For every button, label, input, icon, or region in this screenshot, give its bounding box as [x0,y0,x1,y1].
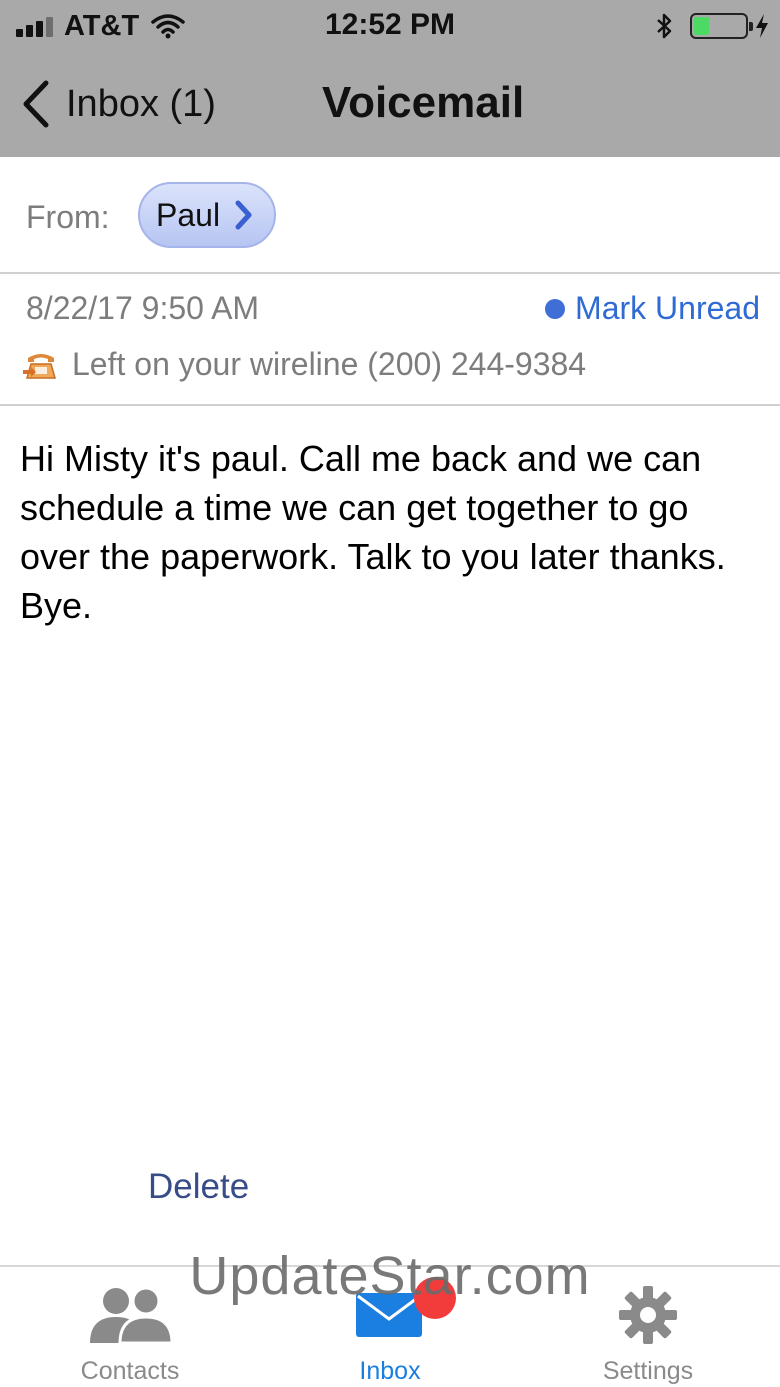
mark-unread-button[interactable]: Mark Unread [545,290,760,327]
tab-contacts-label: Contacts [80,1357,180,1385]
envelope-icon [356,1293,422,1337]
page-title: Voicemail [322,78,525,127]
charging-bolt-icon [756,14,768,38]
mark-unread-label: Mark Unread [575,290,760,326]
gear-icon [619,1286,677,1344]
voicemail-meta: 8/22/17 9:50 AM Mark Unread Left on your… [0,276,780,406]
tab-bar: Contacts Inbox Settings [0,1265,780,1387]
tab-settings-label: Settings [602,1357,694,1385]
desk-phone-icon [23,353,56,379]
back-button-label: Inbox (1) [66,82,216,125]
voicemail-transcript: Hi Misty it's paul. Call me back and we … [20,438,726,626]
line-info-text: Left on your wireline (200) 244-9384 [72,346,587,382]
navigation-bar: Inbox (1) Voicemail [0,52,780,157]
tab-contacts[interactable]: Contacts [60,1267,200,1387]
chevron-right-icon [235,200,252,230]
tab-settings[interactable]: Settings [578,1267,718,1387]
from-row: From: Paul [0,157,780,274]
chevron-left-icon [23,80,49,128]
bluetooth-icon [657,13,672,39]
contact-chip[interactable]: Paul [138,182,276,248]
tab-inbox[interactable]: Inbox [320,1267,460,1387]
battery-level [694,17,709,35]
tab-inbox-label: Inbox [359,1357,421,1385]
status-bar: AT&T 12:52 PM [0,0,780,52]
battery-cap [749,22,753,31]
status-right [654,10,770,42]
line-info-row: Left on your wireline (200) 244-9384 [22,346,586,383]
unread-dot-icon [545,298,566,319]
back-button[interactable]: Inbox (1) [20,76,216,132]
contact-name: Paul [156,196,221,233]
voicemail-date: 8/22/17 9:50 AM [26,290,260,326]
battery-icon [690,13,753,39]
delete-button[interactable]: Delete [148,1167,249,1207]
unread-badge [414,1277,456,1319]
contacts-icon [90,1286,174,1345]
from-label: From: [26,199,110,235]
